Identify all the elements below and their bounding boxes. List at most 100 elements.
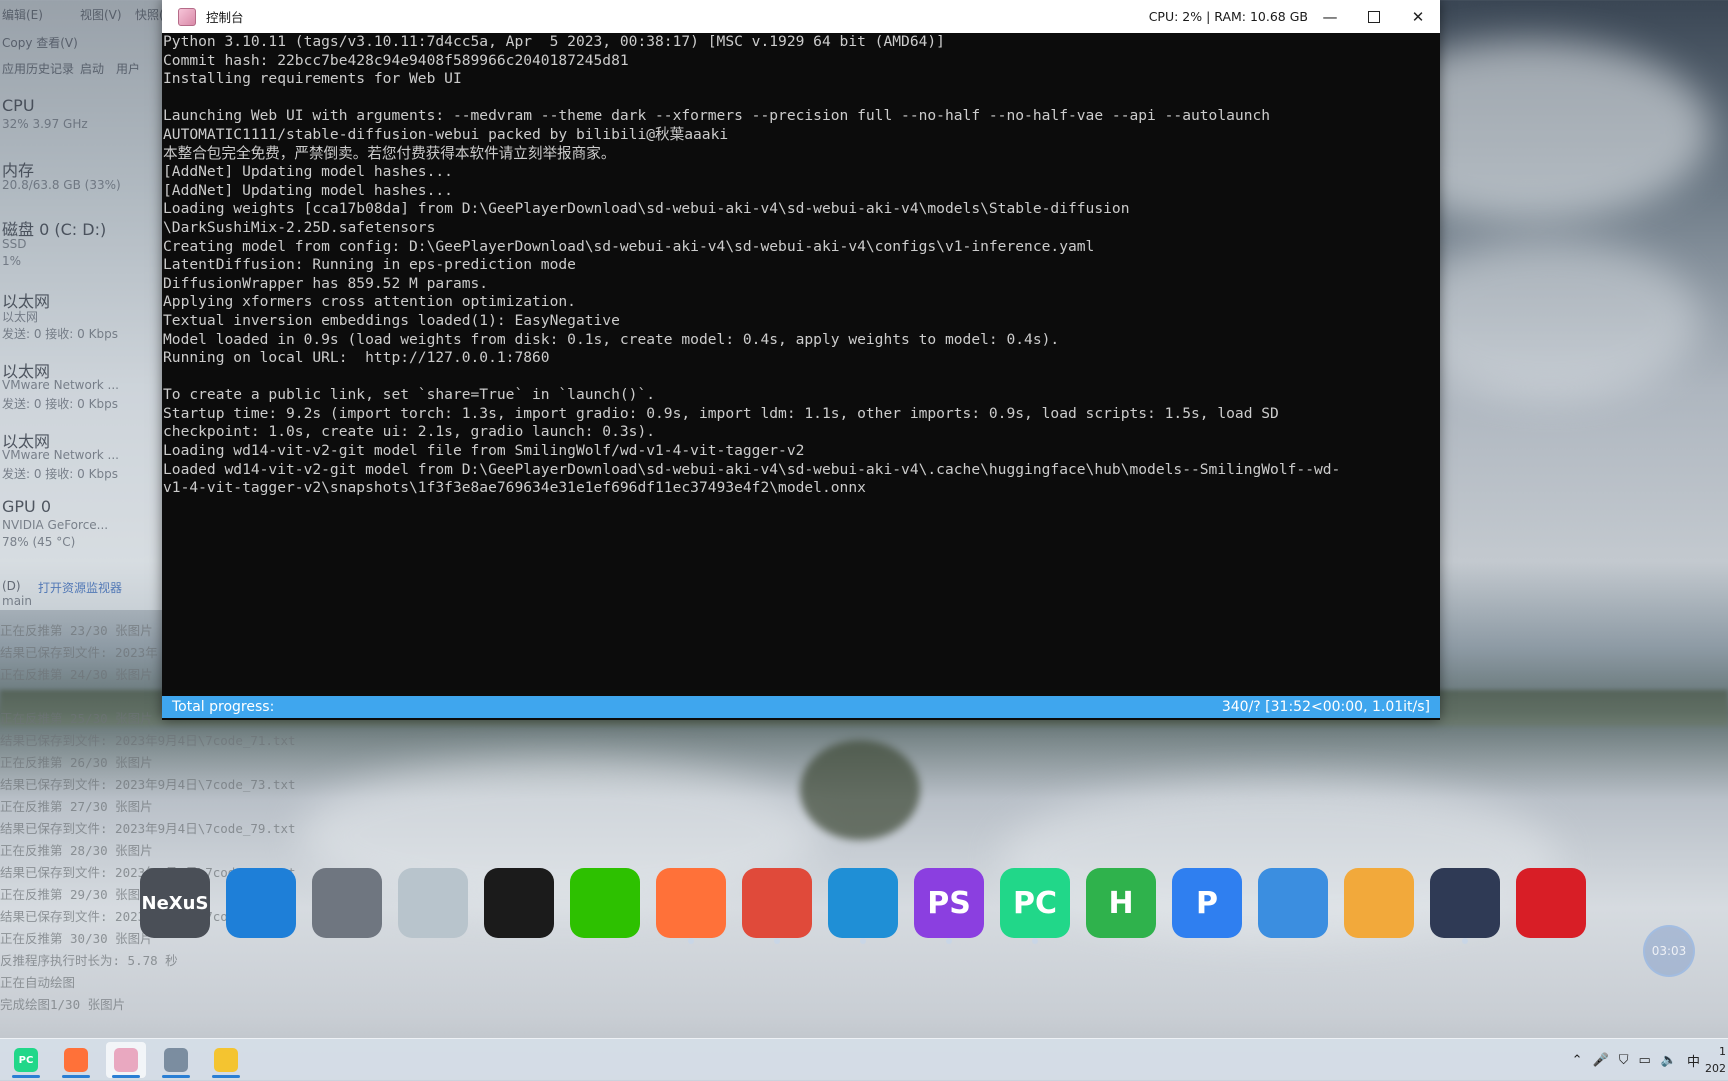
taskbar-app-glyph: [64, 1048, 88, 1072]
menu-view[interactable]: 视图(V): [80, 6, 122, 23]
dock-icon-label: PS: [927, 885, 971, 921]
cpu-detail: 32% 3.97 GHz: [2, 117, 88, 131]
nexus-icon[interactable]: NeXuS: [140, 868, 210, 938]
menu-edit[interactable]: 编辑(E): [2, 6, 43, 23]
gpu-label[interactable]: GPU 0: [2, 497, 51, 516]
cloud: [1400, 240, 1700, 400]
ethernet-3-extra: 发送: 0 接收: 0 Kbps: [2, 467, 118, 481]
terminal-line: Commit hash: 22bcc7be428c94e9408f589966c…: [163, 51, 629, 69]
terminal-line: Creating model from config: D:\GeePlayer…: [163, 237, 1095, 255]
shield-icon[interactable]: ⛉: [1619, 1053, 1629, 1068]
chrome-icon[interactable]: [742, 868, 812, 944]
taskbar-photos-icon[interactable]: [156, 1042, 196, 1078]
memory-detail: 20.8/63.8 GB (33%): [2, 178, 121, 192]
phpstorm-icon[interactable]: PS: [914, 868, 984, 944]
terminal-line: [AddNet] Updating model hashes...: [163, 163, 453, 181]
close-icon: ✕: [1411, 7, 1425, 26]
taskbar-sd-console-icon[interactable]: [106, 1042, 146, 1078]
dock-icon-label: P: [1196, 885, 1218, 921]
windows-icon[interactable]: [226, 868, 296, 938]
computer-icon[interactable]: [312, 868, 382, 938]
ethernet-3-detail: VMware Network ...: [2, 448, 119, 462]
taskbar: PC ⌃ 🎤 ⛉ ▭ 🔈 中 1 202: [0, 1038, 1728, 1081]
firefox-icon[interactable]: [656, 868, 726, 944]
background-log-line: 正在自动绘图: [0, 975, 76, 990]
taskbar-pycharm-icon[interactable]: PC: [6, 1042, 46, 1078]
minimize-icon: —: [1322, 7, 1338, 26]
minimize-button[interactable]: —: [1308, 0, 1352, 33]
ethernet-1-detail: 以太网: [2, 310, 39, 324]
taskbar-active-underline: [212, 1075, 240, 1078]
terminal-line: Loading wd14-vit-v2-git model file from …: [163, 442, 805, 460]
terminal-output[interactable]: Python 3.10.11 (tags/v3.10.11:7d4cc5a, A…: [162, 33, 1440, 720]
running-indicator: [946, 938, 952, 944]
terminal-line: Textual inversion embeddings loaded(1): …: [163, 311, 620, 329]
taskbar-active-underline: [162, 1075, 190, 1078]
taskbar-app-glyph: [164, 1048, 188, 1072]
taskbar-clock[interactable]: 1 202: [1705, 1043, 1726, 1077]
tab-app-history[interactable]: 应用历史记录: [2, 60, 74, 77]
taskbar-firefox-icon[interactable]: [56, 1042, 96, 1078]
vmware-icon[interactable]: [1344, 868, 1414, 938]
maximize-button[interactable]: [1352, 0, 1396, 33]
netease-music-icon[interactable]: [1516, 868, 1586, 938]
network-icon[interactable]: ▭: [1639, 1053, 1651, 1068]
dock-icon-label: H: [1108, 885, 1134, 921]
dock-icon-label: PC: [1012, 885, 1057, 921]
close-button[interactable]: ✕: [1396, 0, 1440, 33]
terminal-text: Python 3.10.11 (tags/v3.10.11:7d4cc5a, A…: [163, 33, 1440, 498]
background-log-line: 反推程序执行时长为: 5.78 秒: [0, 953, 178, 968]
terminal-line: \DarkSushiMix-2.25D.safetensors: [163, 218, 436, 236]
microphone-icon[interactable]: 🎤: [1593, 1053, 1609, 1068]
cat-app-icon[interactable]: [1430, 868, 1500, 944]
running-indicator: [860, 938, 866, 944]
terminal-line: LatentDiffusion: Running in eps-predicti…: [163, 256, 576, 274]
background-log-line: 结果已保存到文件: 2023年9月4日\7code_71.txt: [0, 733, 296, 748]
clock-bubble[interactable]: 03:03: [1643, 925, 1695, 977]
title-bar[interactable]: 控制台 CPU: 2% | RAM: 10.68 GB — ✕: [162, 0, 1440, 33]
disk-extra: 1%: [2, 254, 22, 268]
open-resource-monitor-link[interactable]: 打开资源监视器: [38, 579, 122, 596]
taskbar-app-glyph: [214, 1048, 238, 1072]
tree-reflection: [800, 740, 920, 840]
system-tray: ⌃ 🎤 ⛉ ▭ 🔈 中: [1572, 1039, 1700, 1081]
terminal-line: Running on local URL: http://127.0.0.1:7…: [163, 349, 550, 367]
panel-subtitle: Copy 查看(V): [2, 36, 78, 50]
background-log-line: 正在反推第 26/30 张图片: [0, 755, 153, 770]
running-indicator: [1462, 938, 1468, 944]
chevron-up-icon[interactable]: ⌃: [1572, 1053, 1583, 1068]
dock-icon-label: NeXuS: [141, 892, 209, 914]
terminal-line: AUTOMATIC1111/stable-diffusion-webui pac…: [163, 125, 729, 143]
gpu-extra: 78% (45 °C): [2, 535, 76, 549]
navicat-icon[interactable]: [1258, 868, 1328, 938]
pycharm-icon[interactable]: PC: [1000, 868, 1070, 944]
background-log-line: 结果已保存到文件: 2023年9月4日\7code_79.txt: [0, 821, 296, 836]
console-window: 控制台 CPU: 2% | RAM: 10.68 GB — ✕ Python 3…: [162, 0, 1440, 720]
hbuilder-icon[interactable]: H: [1086, 868, 1156, 938]
ethernet-2-detail: VMware Network ...: [2, 378, 119, 392]
qq-icon[interactable]: [484, 868, 554, 938]
clock-date: 202: [1705, 1062, 1726, 1075]
edge-icon[interactable]: [828, 868, 898, 944]
ime-indicator[interactable]: 中: [1687, 1051, 1700, 1070]
window-title: 控制台: [206, 10, 244, 25]
tab-users[interactable]: 用户: [116, 60, 140, 77]
terminal-line: Loading weights [cca17b08da] from D:\Gee…: [163, 200, 1130, 218]
volume-icon[interactable]: 🔈: [1661, 1053, 1677, 1068]
background-log-line: 结果已保存到文件: 2023年9月4日\7code_73.txt: [0, 777, 296, 792]
p-app-icon[interactable]: P: [1172, 868, 1242, 938]
tab-startup[interactable]: 启动: [80, 60, 104, 77]
terminal-line: Loaded wd14-vit-v2-git model from D:\Gee…: [163, 460, 1341, 478]
disk-detail: SSD: [2, 237, 27, 251]
task-manager-panel: 编辑(E) 视图(V) 快照(N) Copy 查看(V) 应用历史记录 启动 用…: [0, 0, 177, 610]
terminal-line: checkpoint: 1.0s, create ui: 2.1s, gradi…: [163, 423, 656, 441]
console-app-icon: [178, 7, 196, 26]
wechat-icon[interactable]: [570, 868, 640, 938]
taskbar-explorer-icon[interactable]: [206, 1042, 246, 1078]
branch-label: main: [2, 594, 32, 608]
terminal-line: 本整合包完全免费，严禁倒卖。若您付费获得本软件请立刻举报商家。: [163, 144, 616, 162]
terminal-line: v1-4-vit-tagger-v2\snapshots\1f3f3e8ae76…: [163, 479, 866, 497]
recycle-bin-icon[interactable]: [398, 868, 468, 938]
progress-value: 340/? [31:52<00:00, 1.01it/s]: [1221, 699, 1430, 715]
cpu-label[interactable]: CPU: [2, 96, 35, 115]
